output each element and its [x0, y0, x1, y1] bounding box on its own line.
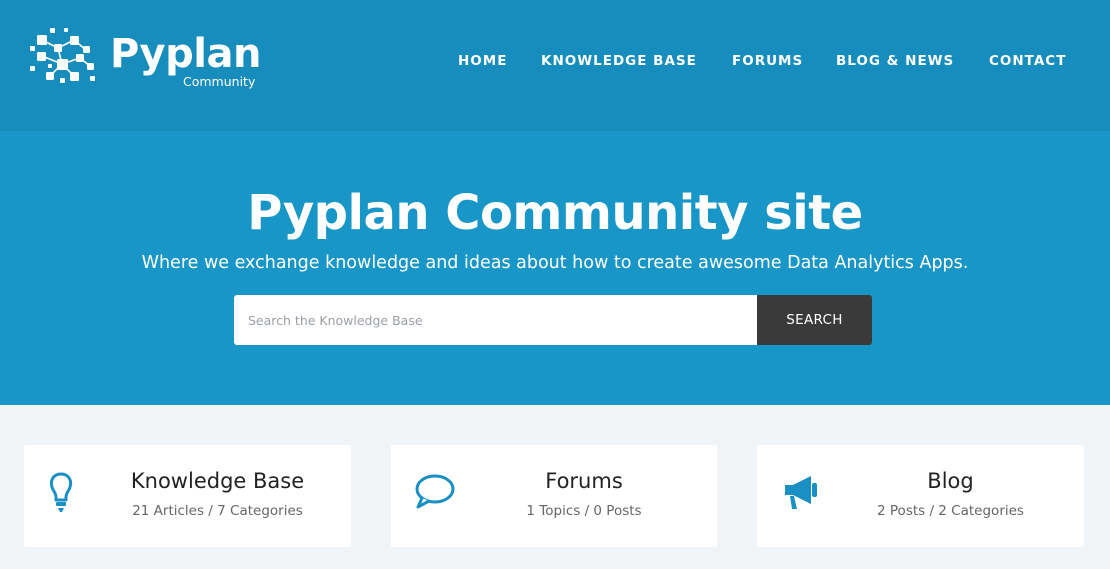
hero-section: Pyplan Community site Where we exchange … — [0, 131, 1110, 405]
blog-card[interactable]: Blog 2 Posts / 2 Categories — [757, 445, 1084, 547]
nav-home[interactable]: HOME — [458, 51, 507, 71]
card-title: Knowledge Base — [130, 469, 305, 493]
network-logo-icon — [30, 28, 95, 83]
brand-tagline: Community — [183, 74, 256, 89]
knowledge-base-search-input[interactable] — [234, 295, 758, 345]
site-logo[interactable]: Pyplan Community — [28, 26, 268, 92]
card-meta: 21 Articles / 7 Categories — [132, 503, 303, 519]
card-title: Blog — [927, 469, 974, 493]
nav-contact[interactable]: CONTACT — [989, 51, 1066, 71]
card-meta: 1 Topics / 0 Posts — [526, 503, 642, 519]
nav-knowledge-base[interactable]: KNOWLEDGE BASE — [541, 51, 697, 71]
hero-subtitle: Where we exchange knowledge and ideas ab… — [141, 253, 969, 273]
forums-card[interactable]: Forums 1 Topics / 0 Posts — [391, 445, 717, 547]
card-title: Forums — [545, 469, 623, 493]
knowledge-base-card[interactable]: Knowledge Base 21 Articles / 7 Categorie… — [24, 445, 351, 547]
brand-name: Pyplan — [110, 31, 261, 77]
nav-blog-news[interactable]: BLOG & NEWS — [836, 51, 954, 71]
search-button[interactable]: SEARCH — [757, 295, 872, 345]
hero-title: Pyplan Community site — [247, 185, 863, 241]
site-header: Pyplan Community HOME KNOWLEDGE BASE FOR… — [0, 0, 1110, 131]
card-meta: 2 Posts / 2 Categories — [877, 503, 1024, 519]
nav-forums[interactable]: FORUMS — [732, 51, 803, 71]
